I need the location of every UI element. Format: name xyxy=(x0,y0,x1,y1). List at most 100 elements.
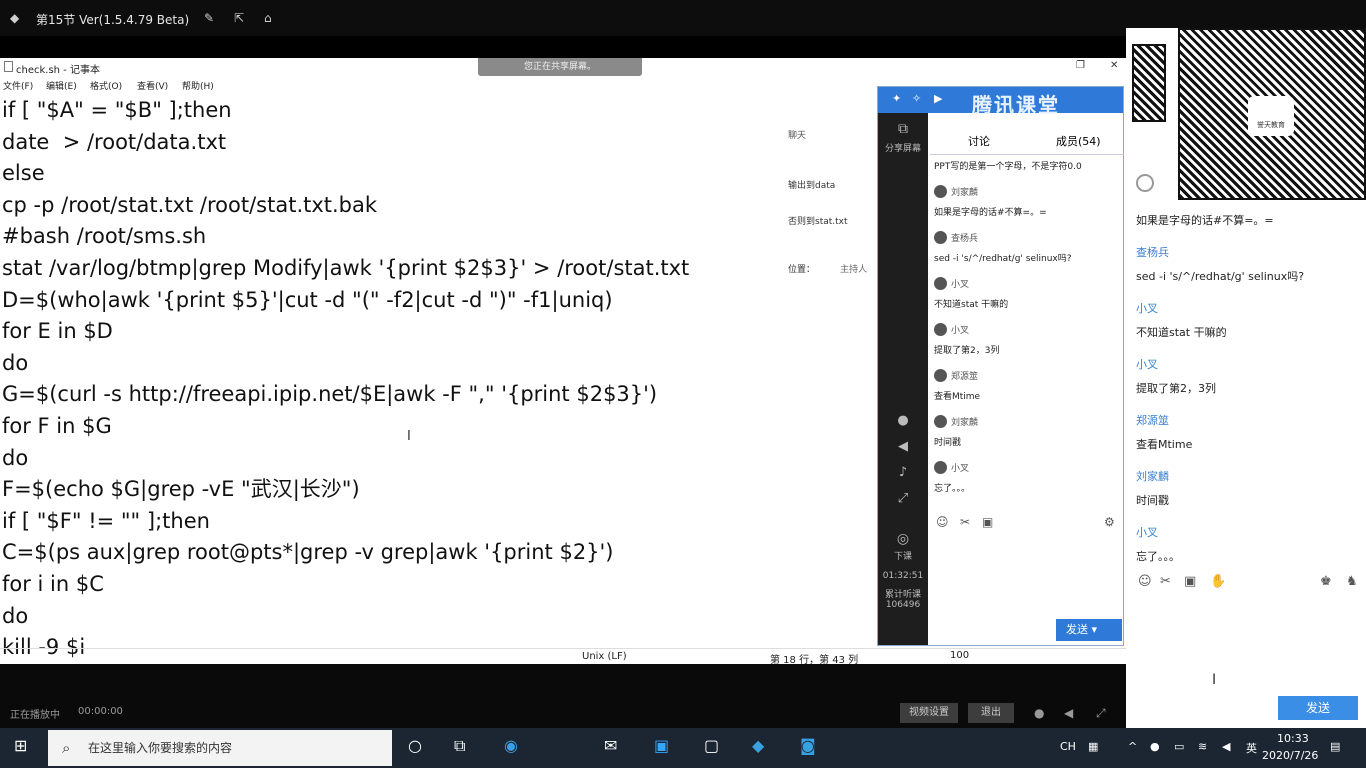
settings-icon[interactable]: ⚙ xyxy=(1104,515,1115,529)
avatar[interactable] xyxy=(934,461,947,474)
comment-message: 忘了。。。 xyxy=(1136,550,1180,563)
settings-icon[interactable]: ✧ xyxy=(912,92,921,105)
comment-message: 不知道stat 干嘛的 xyxy=(1136,326,1227,339)
hand-icon[interactable]: ✋ xyxy=(1210,574,1226,589)
comment-send-button[interactable]: 发送 xyxy=(1278,696,1358,720)
chat-message: 忘了。。。 xyxy=(934,484,971,494)
input-language[interactable]: CH xyxy=(1060,740,1076,753)
code-line: for F in $G xyxy=(2,413,112,438)
tray-expand-icon[interactable]: ^ xyxy=(1128,740,1137,753)
cortana-icon[interactable]: ○ xyxy=(408,736,422,755)
group-icon[interactable]: ♞ xyxy=(1346,574,1358,589)
task-view-icon[interactable]: ⧉ xyxy=(454,736,465,756)
microphone-icon[interactable]: ● xyxy=(1150,740,1160,753)
expand-icon[interactable]: ⤢ xyxy=(878,491,928,506)
share-screen-label[interactable]: 分享屏幕 xyxy=(878,141,928,154)
fullscreen-icon[interactable]: ⤢ xyxy=(1096,706,1106,721)
menu-edit[interactable]: 编辑(E) xyxy=(46,79,77,92)
sender-name[interactable]: 查杨兵 xyxy=(951,234,978,244)
emoji-icon[interactable]: ☺ xyxy=(1138,574,1152,589)
notification-icon[interactable]: ▤ xyxy=(1330,740,1340,753)
user-icon[interactable]: ♚ xyxy=(1320,574,1332,589)
clock-date[interactable]: 2020/7/26 xyxy=(1262,749,1318,762)
taskbar-search-input[interactable]: ⌕ 在这里输入你要搜索的内容 xyxy=(48,730,392,766)
class-stats: 累计听课 106496 xyxy=(884,590,921,610)
wifi-icon[interactable]: ≋ xyxy=(1198,740,1207,753)
share-icon[interactable]: ⇱ xyxy=(234,11,244,25)
comment-sender[interactable]: 小叉 xyxy=(1136,356,1158,372)
ime-icon[interactable]: 英 xyxy=(1246,740,1257,756)
comment-message: sed -i 's/^/redhat/g' selinux吗? xyxy=(1136,270,1305,283)
play-icon[interactable]: ▶ xyxy=(934,92,942,105)
menu-help[interactable]: 帮助(H) xyxy=(182,79,214,92)
avatar[interactable] xyxy=(934,185,947,198)
close-icon[interactable]: ✕ xyxy=(1110,60,1118,71)
avatar[interactable] xyxy=(934,369,947,382)
edit-icon[interactable]: ✎ xyxy=(204,11,214,25)
home-icon[interactable]: ⌂ xyxy=(264,11,272,25)
volume-icon[interactable]: ◀ xyxy=(1222,740,1230,753)
comment-sender[interactable]: 小叉 xyxy=(1136,524,1158,540)
end-class-icon[interactable]: ◎ xyxy=(878,531,928,547)
comment-sender[interactable]: 小叉 xyxy=(1136,300,1158,316)
clock-time[interactable]: 10:33 xyxy=(1277,732,1309,745)
scissors-icon[interactable]: ✂ xyxy=(1160,574,1171,589)
speaker-icon[interactable]: ◀ xyxy=(878,439,928,454)
chat-message: 时间戳 xyxy=(934,438,962,448)
image-icon[interactable]: ▣ xyxy=(982,515,993,529)
music-icon[interactable]: ♪ xyxy=(878,465,928,480)
sender-name[interactable]: 刘家麟 xyxy=(951,418,978,428)
app-icon[interactable]: ▢ xyxy=(704,736,719,755)
image-icon[interactable]: ▣ xyxy=(1184,574,1196,589)
menu-view[interactable]: 查看(V) xyxy=(137,79,168,92)
menu-file[interactable]: 文件(F) xyxy=(3,79,33,92)
sender-name[interactable]: 小叉 xyxy=(951,280,969,290)
code-line: stat /var/log/btmp|grep Modify|awk '{pri… xyxy=(2,255,690,280)
tab-members[interactable]: 成员(54) xyxy=(1056,133,1101,149)
back-icon[interactable]: ◆ xyxy=(10,11,19,25)
scissors-icon[interactable]: ✂ xyxy=(960,515,970,529)
code-line: D=$(who|awk '{print $5}'|cut -d "(" -f2|… xyxy=(2,287,613,312)
edge-icon[interactable]: ◉ xyxy=(504,736,518,755)
comment-message: 提取了第2，3列 xyxy=(1136,382,1216,395)
volume-icon[interactable]: ◀ xyxy=(1064,706,1073,720)
video-icon[interactable]: ◙ xyxy=(800,736,816,755)
restore-icon[interactable]: ❐ xyxy=(1076,60,1085,71)
mic-icon[interactable]: ● xyxy=(878,413,928,428)
windows-start-icon[interactable]: ⊞ xyxy=(14,736,27,755)
chat-sender: 小叉 xyxy=(934,277,969,290)
zoom-value: 100 xyxy=(950,650,970,661)
sender-name[interactable]: 小叉 xyxy=(951,464,969,474)
battery-icon[interactable]: ▭ xyxy=(1174,740,1184,753)
tab-discuss[interactable]: 讨论 xyxy=(968,133,990,149)
code-line: for E in $D xyxy=(2,319,113,344)
comment-sender[interactable]: 郑源筮 xyxy=(1136,412,1169,428)
avatar[interactable] xyxy=(934,415,947,428)
pin-icon[interactable]: ✦ xyxy=(892,92,901,105)
notepad-text-area[interactable]: if [ "$A" = "$B" ];then date > /root/data… xyxy=(2,95,782,664)
quit-button[interactable]: 退出 xyxy=(968,703,1014,723)
avatar[interactable] xyxy=(934,231,947,244)
menu-format[interactable]: 格式(O) xyxy=(90,79,122,92)
tencent-send-button[interactable]: 发送 ▾ xyxy=(1056,619,1122,641)
comment-sender[interactable]: 刘家麟 xyxy=(1136,468,1169,484)
chat-sender: 小叉 xyxy=(934,323,969,336)
emoji-icon[interactable]: ☺ xyxy=(936,515,949,529)
mic-icon[interactable]: ● xyxy=(1034,706,1044,720)
video-settings-button[interactable]: 视频设置 xyxy=(900,703,958,723)
tencent-class-icon[interactable]: ◆ xyxy=(752,736,764,755)
share-screen-icon[interactable]: ⧉ xyxy=(878,121,928,137)
photoshop-icon[interactable]: ▣ xyxy=(654,736,669,755)
keyboard-icon[interactable]: ▦ xyxy=(1088,740,1098,753)
chat-message: 查看Mtime xyxy=(934,392,981,402)
sender-name[interactable]: 刘家麟 xyxy=(951,188,978,198)
comment-sender[interactable]: 查杨兵 xyxy=(1136,244,1169,260)
sender-name[interactable]: 小叉 xyxy=(951,326,969,336)
avatar[interactable] xyxy=(934,277,947,290)
qr-code-small xyxy=(1132,44,1166,122)
end-class-label[interactable]: 下课 xyxy=(878,549,928,562)
sender-name[interactable]: 郑源筮 xyxy=(951,372,978,382)
avatar[interactable] xyxy=(934,323,947,336)
mail-icon[interactable]: ✉ xyxy=(604,736,617,755)
chat-message: 不知道stat 干嘛的 xyxy=(934,300,1009,310)
